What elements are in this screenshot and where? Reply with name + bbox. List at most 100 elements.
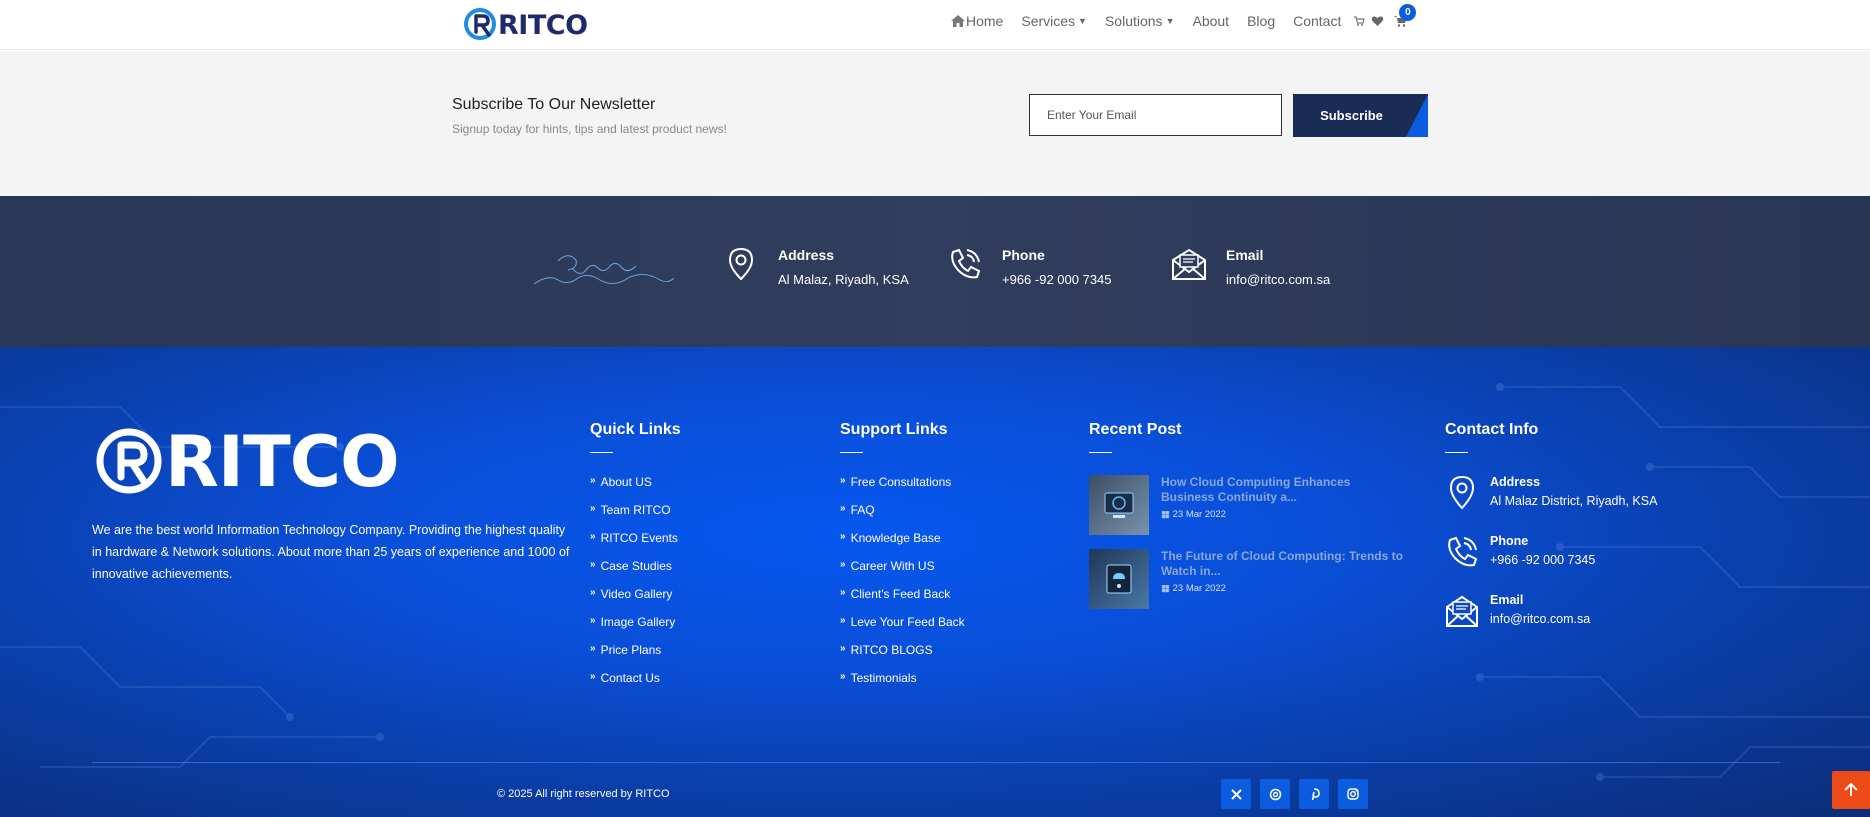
support-links-title: Support Links bbox=[840, 421, 948, 438]
threads-icon[interactable] bbox=[1260, 779, 1290, 809]
home-icon bbox=[951, 15, 965, 27]
nav-home[interactable]: Home bbox=[950, 13, 1003, 29]
nav-home-label: Home bbox=[966, 13, 1004, 29]
support-link-item[interactable]: » Client's Feed Back bbox=[840, 587, 965, 615]
nav-services-label: Services bbox=[1021, 13, 1076, 29]
recent-post-item[interactable]: The Future of Cloud Computing: Trends to… bbox=[1089, 549, 1406, 609]
quick-link-item[interactable]: » Price Plans bbox=[590, 643, 681, 671]
post-date: ▦ 23 Mar 2022 bbox=[1161, 509, 1406, 520]
post-date: ▦ 23 Mar 2022 bbox=[1161, 583, 1406, 594]
strip-email-label: Email bbox=[1226, 247, 1264, 263]
nav-about[interactable]: About bbox=[1192, 13, 1229, 29]
heart-icon[interactable] bbox=[1371, 15, 1384, 27]
post-thumbnail[interactable] bbox=[1089, 549, 1149, 609]
footer-email-value[interactable]: info@ritco.com.sa bbox=[1490, 612, 1590, 626]
support-link-item[interactable]: » FAQ bbox=[840, 503, 965, 531]
quick-links-column: Quick Links » About US » Team RITCO » RITCO… bbox=[590, 421, 681, 699]
double-chevron-icon: » bbox=[590, 531, 596, 542]
footer-logo[interactable]: RITCO bbox=[95, 427, 400, 497]
title-underline bbox=[840, 452, 863, 453]
instagram-icon[interactable] bbox=[1338, 779, 1368, 809]
cloud-tech-thumbnail-icon bbox=[1104, 492, 1134, 518]
newsletter-email-input[interactable]: Enter Your Email bbox=[1029, 94, 1282, 136]
site-logo[interactable]: RITCO bbox=[463, 6, 588, 44]
post-thumbnail[interactable] bbox=[1089, 475, 1149, 535]
brand-name: RITCO bbox=[498, 9, 588, 41]
post-title[interactable]: The Future of Cloud Computing: Trends to… bbox=[1161, 549, 1406, 579]
scroll-to-top-button[interactable] bbox=[1832, 771, 1870, 809]
support-link-label: FAQ bbox=[850, 503, 875, 517]
quick-link-item[interactable]: » Case Studies bbox=[590, 559, 681, 587]
ritco-logo-icon bbox=[464, 8, 496, 40]
footer-phone: Phone +966 -92 000 7345 bbox=[1445, 534, 1657, 570]
calendar-icon: ▦ bbox=[1161, 583, 1173, 594]
location-pin-icon bbox=[728, 247, 754, 281]
support-link-item[interactable]: » Testimonials bbox=[840, 671, 965, 699]
copyright-text: © 2025 All right reserved by RITCO bbox=[497, 788, 670, 800]
footer-about-text: We are the best world Information Techno… bbox=[92, 523, 570, 581]
quick-link-item[interactable]: » Image Gallery bbox=[590, 615, 681, 643]
strip-address: Address Al Malaz, Riyadh, KSA bbox=[723, 246, 909, 287]
double-chevron-icon: » bbox=[840, 531, 846, 542]
strip-phone-value: +966 -92 000 7345 bbox=[1002, 272, 1112, 287]
quick-link-item[interactable]: » About US bbox=[590, 475, 681, 503]
double-chevron-icon: » bbox=[840, 643, 846, 654]
title-underline bbox=[590, 452, 613, 453]
recent-post-item[interactable]: How Cloud Computing Enhances Business Co… bbox=[1089, 475, 1406, 535]
support-links-column: Support Links » Free Consultations » FAQ »… bbox=[840, 421, 965, 699]
quick-link-item[interactable]: » RITCO Events bbox=[590, 531, 681, 559]
nav-solutions[interactable]: Solutions ▼ bbox=[1105, 13, 1175, 29]
phone-icon bbox=[1448, 536, 1478, 567]
cart-button[interactable]: 0 bbox=[1394, 4, 1417, 27]
support-link-item[interactable]: » RITCO BLOGS bbox=[840, 643, 965, 671]
post-title[interactable]: How Cloud Computing Enhances Business Co… bbox=[1161, 475, 1406, 505]
footer-email: Email info@ritco.com.sa bbox=[1445, 593, 1657, 629]
strip-email: Email info@ritco.com.sa bbox=[1171, 246, 1330, 287]
quick-link-label: Case Studies bbox=[600, 559, 672, 573]
recent-posts-title: Recent Post bbox=[1089, 421, 1182, 438]
compare-cart-icon[interactable] bbox=[1353, 15, 1366, 27]
support-link-item[interactable]: » Career With US bbox=[840, 559, 965, 587]
support-link-label: Free Consultations bbox=[850, 475, 952, 489]
footer-divider bbox=[92, 762, 1780, 763]
nav-blog-label: Blog bbox=[1247, 13, 1276, 29]
button-accent bbox=[1406, 94, 1428, 137]
nav-contact[interactable]: Contact bbox=[1293, 13, 1341, 29]
newsletter-subtitle: Signup today for hints, tips and latest … bbox=[452, 122, 727, 136]
title-underline bbox=[1445, 452, 1468, 453]
double-chevron-icon: » bbox=[590, 671, 596, 682]
contact-info-strip: Address Al Malaz, Riyadh, KSA Phone +966… bbox=[0, 196, 1870, 347]
support-link-label: Career With US bbox=[850, 559, 935, 573]
pinterest-icon[interactable] bbox=[1299, 779, 1329, 809]
double-chevron-icon: » bbox=[840, 587, 846, 598]
site-footer: RITCO We are the best world Information … bbox=[0, 347, 1870, 817]
site-header: RITCO Home Services ▼ Solutions ▼ About … bbox=[0, 0, 1870, 50]
support-link-item[interactable]: » Leve Your Feed Back bbox=[840, 615, 965, 643]
footer-address: Address Al Malaz District, Riyadh, KSA bbox=[1445, 475, 1657, 511]
quick-link-label: Team RITCO bbox=[600, 503, 671, 517]
double-chevron-icon: » bbox=[590, 475, 596, 486]
nav-blog[interactable]: Blog bbox=[1247, 13, 1275, 29]
footer-phone-label: Phone bbox=[1490, 534, 1529, 548]
quick-link-label: RITCO Events bbox=[600, 531, 678, 545]
x-icon[interactable] bbox=[1221, 779, 1251, 809]
envelope-icon bbox=[1446, 595, 1478, 627]
email-placeholder: Enter Your Email bbox=[1047, 108, 1137, 122]
ritco-logo-icon bbox=[96, 428, 162, 494]
nav-services[interactable]: Services ▼ bbox=[1021, 13, 1087, 29]
support-link-item[interactable]: » Knowledge Base bbox=[840, 531, 965, 559]
chevron-down-icon: ▼ bbox=[1078, 16, 1087, 26]
contact-info-title: Contact Info bbox=[1445, 421, 1539, 438]
quick-link-item[interactable]: » Team RITCO bbox=[590, 503, 681, 531]
quick-link-item[interactable]: » Video Gallery bbox=[590, 587, 681, 615]
strip-address-value: Al Malaz, Riyadh, KSA bbox=[778, 272, 909, 287]
double-chevron-icon: » bbox=[840, 671, 846, 682]
support-link-label: RITCO BLOGS bbox=[850, 643, 933, 657]
support-link-item[interactable]: » Free Consultations bbox=[840, 475, 965, 503]
strip-email-value[interactable]: info@ritco.com.sa bbox=[1226, 272, 1330, 287]
subscribe-button[interactable]: Subscribe bbox=[1293, 94, 1428, 137]
post-date-value: 23 Mar 2022 bbox=[1172, 509, 1226, 520]
quick-link-label: Price Plans bbox=[600, 643, 662, 657]
nav-solutions-label: Solutions bbox=[1104, 13, 1163, 29]
quick-link-item[interactable]: » Contact Us bbox=[590, 671, 681, 699]
